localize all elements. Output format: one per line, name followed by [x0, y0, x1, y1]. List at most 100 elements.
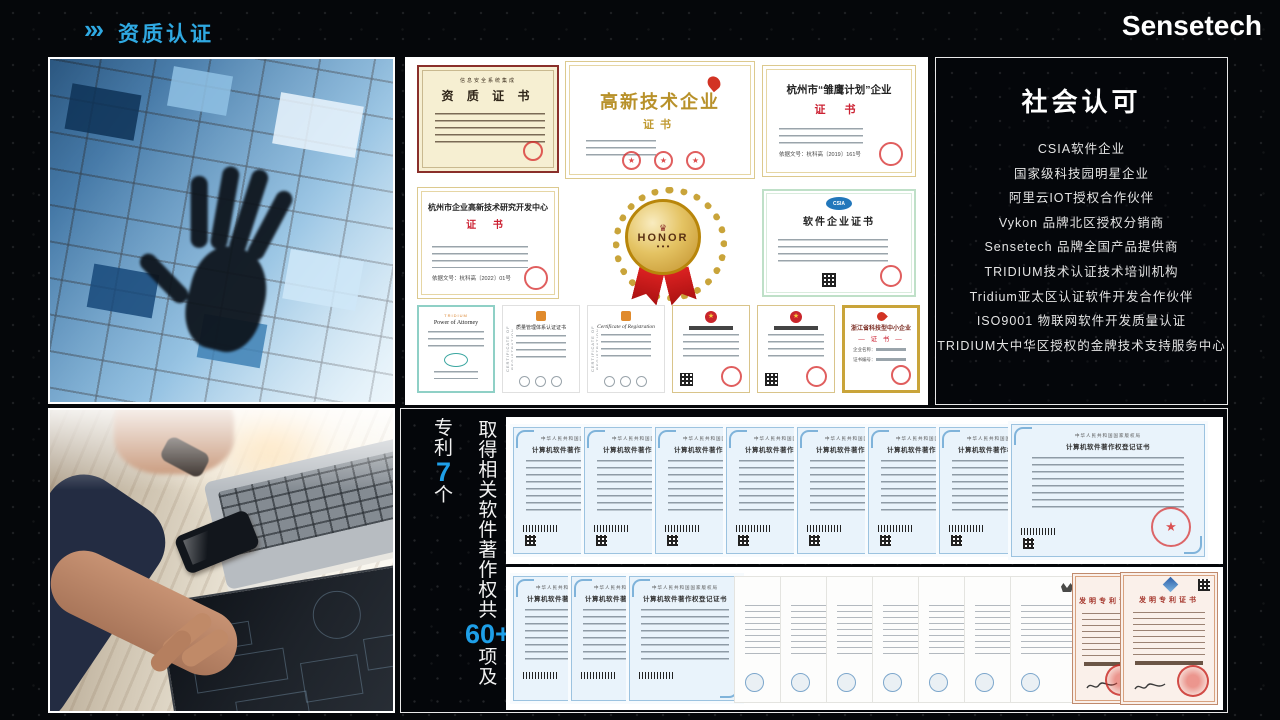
cert-title: 资 质 证 书: [419, 87, 557, 104]
red-seal-icon: [880, 265, 902, 287]
cert-title: Certificate of Registration: [588, 324, 664, 330]
red-seal-icon: [721, 366, 742, 387]
accreditation-logos: [519, 376, 562, 387]
cert-title: Power of Attorney: [419, 320, 493, 326]
medal-core: ♛ HONOR • • •: [625, 199, 701, 275]
barcode-icon: [594, 525, 628, 532]
software-copyright-certificate-front: 中华人民共和国国家版权局 计算机软件著作权登记证书 ★: [1008, 421, 1208, 560]
tablet-ui-box: [363, 632, 395, 670]
invention-patent-certificate-front: 发明专利证书: [1120, 572, 1218, 705]
cert-title: 浙江省科技型中小企业: [845, 323, 917, 332]
blue-stamp-icon: [929, 673, 948, 692]
cert-title: 质量管理体系认证证书: [503, 324, 579, 331]
blue-corner-ornament: [871, 430, 889, 448]
cert-title-bar: [774, 326, 818, 330]
cert-title-bar: [689, 326, 733, 330]
red-seal-icon: ★: [1151, 507, 1191, 547]
blue-corner-ornament: [516, 430, 534, 448]
red-seal-icon: [524, 266, 548, 290]
qr-code-icon: [880, 535, 891, 546]
barcode-icon: [639, 672, 673, 679]
blue-stamp-icon: [745, 673, 764, 692]
crown-icon: ♛: [659, 224, 667, 232]
cert-body-lines: [601, 334, 651, 360]
cert-title: 计算机软件著作权登记证书: [1011, 441, 1205, 451]
certificate-quality: 信息安全系统集成 资 质 证 书: [417, 65, 559, 173]
red-seal-icon: ★: [622, 151, 641, 170]
photo-workspace: [48, 408, 395, 713]
qr-code-icon: [525, 535, 536, 546]
cert-title: 软件企业证书: [764, 213, 914, 228]
qr-code-icon: [1198, 579, 1210, 591]
qr-code-icon: [1023, 538, 1034, 549]
red-seal-icon: ★: [654, 151, 673, 170]
honor-medal: ♛ HONOR • • •: [605, 183, 725, 301]
slide: ››› 资质认证 Sensetech 信息安全系统集成 资 质 证 书: [0, 0, 1280, 720]
medal-dots: • • •: [657, 244, 670, 250]
cert-body-lines: [641, 609, 728, 663]
red-flower-icon: [875, 310, 888, 323]
social-item: Tridium亚太区认证软件开发合作伙伴: [936, 285, 1227, 310]
national-emblem-icon: ★: [705, 311, 717, 323]
cert-subtitle: 证 书: [763, 101, 915, 117]
qr-code-icon: [951, 535, 962, 546]
cnipa-logo: [1163, 577, 1179, 593]
page-title: 资质认证: [118, 18, 214, 48]
certificates-board: 信息安全系统集成 资 质 证 书 高新技术企业 证书 ★ ★ ★ 杭州市“雏鹰计…: [405, 57, 928, 405]
blue-corner-ornament: [942, 430, 960, 448]
barcode-icon: [878, 525, 912, 532]
blue-corner-ornament: [800, 430, 818, 448]
thumb: [136, 250, 191, 306]
accreditation-logos: [604, 376, 647, 387]
tablet-ui-box: [235, 691, 312, 713]
light-overlay: [50, 410, 393, 490]
tridium-brand: TRIDIUM: [419, 313, 493, 318]
side-caption: CERTIFICATE OF REGISTRATION: [590, 312, 598, 386]
cert-body-lines: [778, 239, 888, 263]
barcode-icon: [523, 525, 557, 532]
csia-logo: CSIA: [826, 197, 852, 210]
barcode-icon: [949, 525, 983, 532]
field-value-bar: [876, 348, 906, 351]
cert-body-lines: [1133, 612, 1206, 656]
certificate-power-of-attorney: TRIDIUM Power of Attorney: [417, 305, 495, 393]
qr-code-icon: [765, 373, 778, 386]
qr-code-icon: [680, 373, 693, 386]
chevrons-icon: ›››: [84, 14, 101, 45]
cert-subtitle: — 证 书 —: [845, 333, 917, 343]
social-item: TRIDIUM大中华区授权的金牌技术支持服务中心: [936, 334, 1227, 359]
social-item: 阿里云IOT授权合作伙伴: [936, 186, 1227, 211]
social-item: TRIDIUM技术认证技术培训机构: [936, 260, 1227, 285]
blue-stamp-icon: [883, 673, 902, 692]
social-item: 国家级科技园明星企业: [936, 162, 1227, 187]
certificate-chuying: 杭州市“雏鹰计划”企业 证 书 依据文号：杭科高〔2019〕161号: [762, 65, 916, 177]
certificate-national-emblem-1: ★: [672, 305, 750, 393]
photo-video-wall: [48, 57, 395, 404]
barcode-icon: [736, 525, 770, 532]
certificate-hitech: 高新技术企业 证书 ★ ★ ★: [565, 61, 755, 179]
blue-stamp-icon: [1021, 673, 1040, 692]
cert-body-lines: [1032, 457, 1183, 511]
barcode-icon: [665, 525, 699, 532]
social-list: CSIA软件企业 国家级科技园明星企业 阿里云IOT授权合作伙伴 Vykon 品…: [936, 137, 1227, 358]
red-seal-icon: [891, 365, 911, 385]
certificate-national-emblem-2: ★: [757, 305, 835, 393]
cert-authority: 中华人民共和国国家版权局: [1011, 433, 1205, 439]
blue-corner-ornament: [658, 430, 676, 448]
social-heading: 社会认可: [936, 82, 1227, 119]
blue-corner-ornament: [632, 579, 650, 597]
red-seal-icon: [523, 141, 543, 161]
tablet-ui-circle: [309, 587, 364, 642]
copyright-count-vertical-text: 取得相关软件著作权共60+项及: [465, 421, 511, 687]
teal-stamp-icon: [444, 353, 468, 367]
cert-field: 证书编号：: [845, 357, 917, 363]
qr-code-icon: [596, 535, 607, 546]
blue-stamp-icon: [791, 673, 810, 692]
field-label: 企业名称：: [853, 347, 876, 352]
cert-title: 高新技术企业: [566, 88, 754, 114]
social-item: Vykon 品牌北区授权分销商: [936, 211, 1227, 236]
blue-corner-ornament: [1014, 427, 1032, 445]
copyrights-patents-panel: 专利7个 取得相关软件著作权共60+项及 中华人民共和国国家版权局 计算机软件著…: [400, 408, 1228, 713]
certificate-rnd-center: 杭州市企业高新技术研究开发中心 证 书 依据文号：杭科高〔2022〕01号: [417, 187, 559, 299]
cert-body-lines: [779, 128, 863, 144]
